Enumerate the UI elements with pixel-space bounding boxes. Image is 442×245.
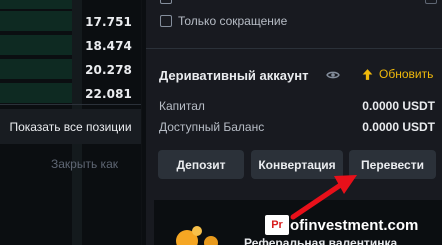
arrow-up-icon	[362, 68, 373, 80]
available-balance-label: Доступный Баланс	[159, 120, 265, 134]
order-book-row[interactable]: 22.081	[0, 81, 141, 105]
watermark-text: ofinvestment.com	[290, 216, 419, 234]
capital-value: 0.0000 USDT	[362, 99, 435, 113]
available-balance-value: 0.0000 USDT	[362, 120, 435, 134]
divider	[0, 104, 141, 105]
partial-row	[160, 0, 440, 6]
refresh-button[interactable]: Обновить	[361, 67, 433, 81]
order-book-row[interactable]: 17.751	[0, 9, 141, 33]
divider	[146, 48, 442, 49]
checkbox[interactable]	[425, 0, 437, 4]
depth-bar	[0, 59, 72, 79]
panel-divider	[141, 0, 142, 245]
order-book-price: 17.751	[85, 15, 132, 29]
order-book-price: 20.278	[85, 63, 132, 77]
order-book-row[interactable]: 20.278	[0, 57, 141, 81]
promo-text: Реферальная валентинка	[244, 236, 398, 245]
account-panel: Только сокращение Деривативный аккаунт О…	[146, 0, 442, 245]
close-as-label[interactable]: Закрыть как	[51, 157, 118, 171]
depth-bar	[0, 11, 72, 31]
order-book-row[interactable]: 18.474	[0, 33, 141, 57]
watermark-badge: Pr	[265, 215, 289, 235]
depth-bar	[0, 35, 72, 55]
transfer-button[interactable]: Перевести	[349, 150, 436, 179]
checkbox[interactable]	[160, 0, 172, 4]
coin-icon	[204, 236, 218, 245]
watermark: Pr ofinvestment.com	[265, 215, 418, 235]
order-book-panel: 17.751 18.474 20.278 22.081 Показать все…	[0, 0, 141, 245]
coin-icon	[192, 226, 202, 236]
only-reduce-checkbox[interactable]	[160, 15, 172, 27]
capital-label: Капитал	[159, 99, 205, 113]
show-all-positions-button[interactable]: Показать все позиции	[0, 109, 141, 144]
derivatives-account-title: Деривативный аккаунт	[159, 68, 309, 83]
only-reduce-label[interactable]: Только сокращение	[178, 14, 287, 28]
depth-bar	[0, 0, 72, 9]
deposit-button[interactable]: Депозит	[158, 150, 244, 179]
eye-icon[interactable]	[326, 69, 340, 81]
refresh-label: Обновить	[379, 67, 434, 81]
convert-button[interactable]: Конвертация	[251, 150, 343, 179]
order-book-price: 22.081	[85, 87, 132, 101]
depth-bar	[0, 83, 72, 103]
order-book-price: 18.474	[85, 39, 132, 53]
